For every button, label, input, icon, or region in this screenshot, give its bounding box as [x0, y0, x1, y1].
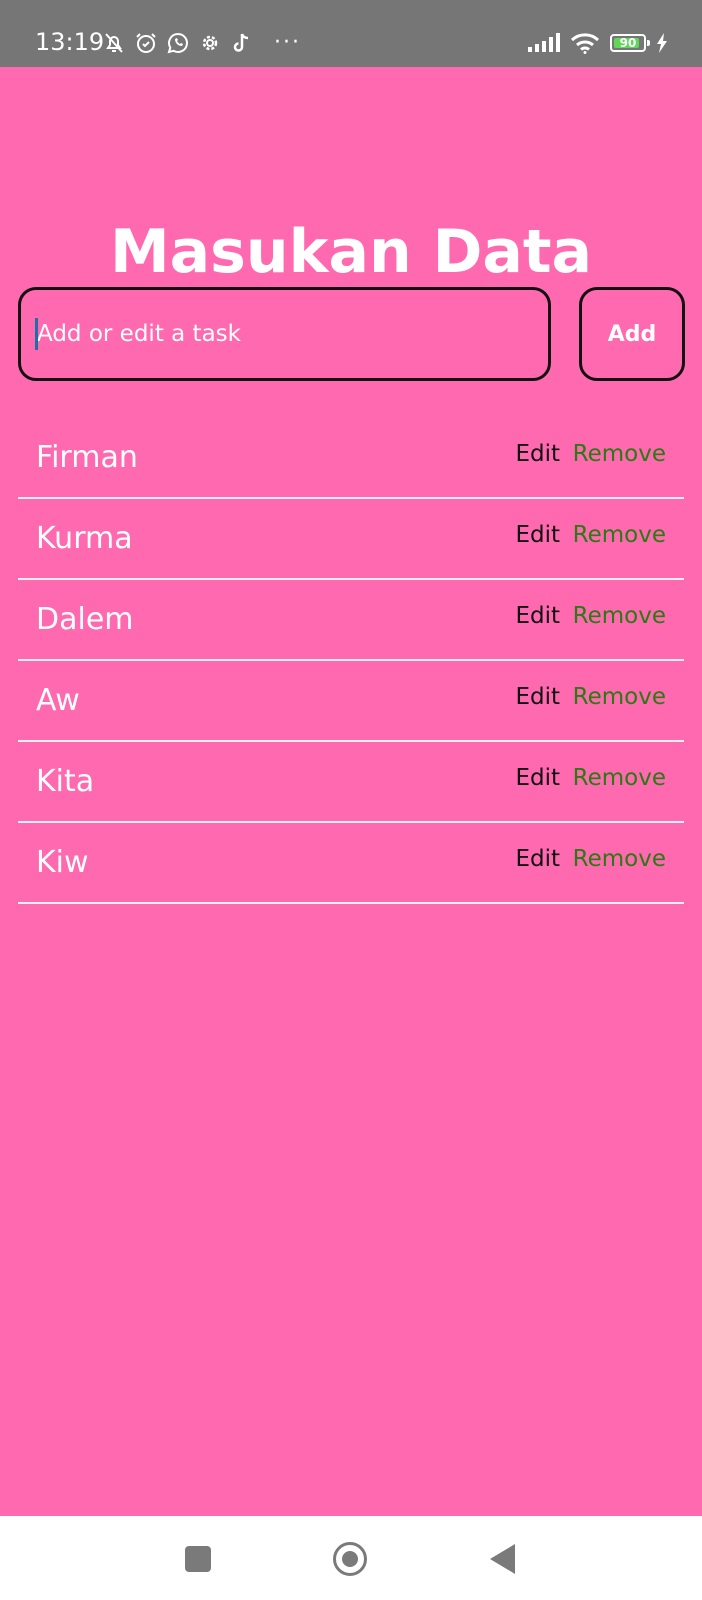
edit-button[interactable]: Edit	[515, 845, 560, 873]
edit-button[interactable]: Edit	[515, 602, 560, 630]
settings-gear-icon	[202, 35, 218, 51]
tiktok-icon	[233, 33, 249, 52]
edit-button[interactable]: Edit	[515, 521, 560, 549]
list-item: Firman Edit Remove	[18, 418, 684, 499]
task-name: Firman	[36, 440, 138, 475]
remove-button[interactable]: Remove	[573, 683, 666, 711]
charging-icon	[657, 33, 667, 53]
add-button[interactable]: Add	[579, 287, 685, 381]
recent-apps-icon[interactable]	[185, 1546, 211, 1572]
edit-button[interactable]: Edit	[515, 440, 560, 468]
battery-tip	[647, 40, 650, 46]
list-item: Kurma Edit Remove	[18, 499, 684, 580]
list-item: Kita Edit Remove	[18, 742, 684, 823]
task-list: Firman Edit Remove Kurma Edit Remove Dalem Edit…	[18, 418, 684, 904]
system-icons: 90	[528, 28, 668, 58]
page-title: Masukan Data	[109, 217, 593, 288]
remove-button[interactable]: Remove	[573, 440, 666, 468]
task-name: Kita	[36, 764, 95, 799]
list-item: Dalem Edit Remove	[18, 580, 684, 661]
notification-icons: ···	[102, 28, 301, 58]
status-time: 13:19	[35, 28, 105, 56]
remove-button[interactable]: Remove	[573, 602, 666, 630]
signal-icon	[528, 33, 560, 52]
home-icon[interactable]	[333, 1542, 367, 1576]
task-name: Dalem	[36, 602, 134, 637]
list-item: Aw Edit Remove	[18, 661, 684, 742]
remove-button[interactable]: Remove	[573, 521, 666, 549]
remove-button[interactable]: Remove	[573, 764, 666, 792]
edit-button[interactable]: Edit	[515, 764, 560, 792]
task-name: Kurma	[36, 521, 133, 556]
status-bar: 13:19 ··· 90	[0, 0, 702, 67]
wifi-icon	[570, 33, 600, 54]
navigation-bar	[0, 1516, 702, 1600]
task-name: Kiw	[36, 845, 89, 880]
battery-icon: 90	[610, 34, 650, 52]
back-icon[interactable]	[490, 1544, 515, 1574]
text-cursor	[35, 318, 38, 350]
list-item: Kiw Edit Remove	[18, 823, 684, 904]
battery-percent: 90	[619, 36, 637, 50]
edit-button[interactable]: Edit	[515, 683, 560, 711]
mute-bell-icon	[105, 33, 123, 53]
remove-button[interactable]: Remove	[573, 845, 666, 873]
alarm-icon	[136, 33, 156, 53]
more-notifications-icon: ···	[274, 30, 301, 55]
whatsapp-icon	[167, 32, 188, 54]
task-name: Aw	[36, 683, 80, 718]
task-input[interactable]	[18, 287, 551, 381]
